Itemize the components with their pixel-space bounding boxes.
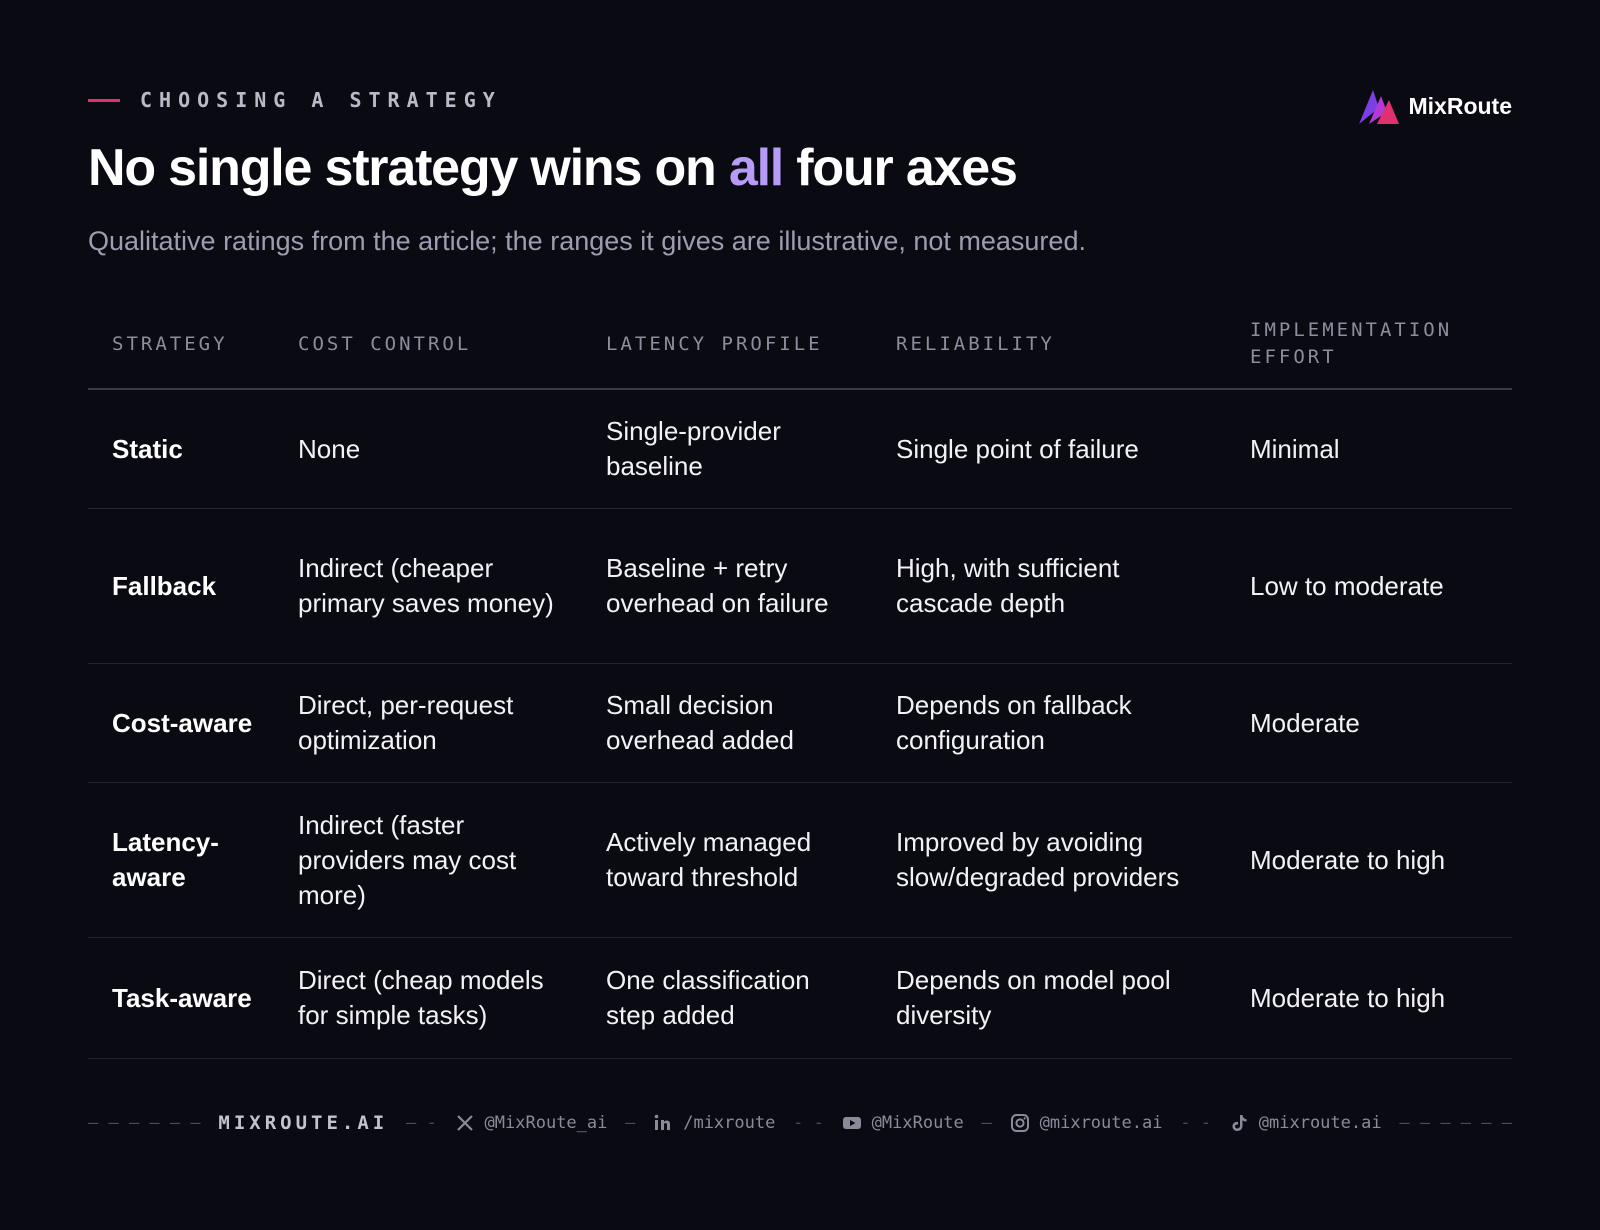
cell-strategy: Fallback <box>112 570 217 601</box>
linkedin-social-link[interactable]: /mixroute <box>653 1113 775 1133</box>
cell-latency-profile: Single-provider baseline <box>606 416 781 481</box>
cell-reliability: Improved by avoiding slow/degraded provi… <box>896 827 1180 892</box>
instagram-icon <box>1010 1114 1029 1132</box>
cell-latency-profile: One classification step added <box>606 965 810 1030</box>
website-link[interactable]: MIXROUTE.AI <box>218 1112 388 1134</box>
table-row: Latency-aware Indirect (faster providers… <box>88 783 1512 938</box>
table-header-row: STRATEGY COST CONTROL LATENCY PROFILE RE… <box>88 300 1512 390</box>
strategy-comparison-table: STRATEGY COST CONTROL LATENCY PROFILE RE… <box>88 300 1512 1059</box>
title-start: No single strategy wins on <box>88 139 729 197</box>
cell-cost-control: Direct (cheap models for simple tasks) <box>298 965 544 1030</box>
page-title: No single strategy wins on all four axes <box>88 138 1018 198</box>
cell-strategy: Static <box>112 433 183 464</box>
cell-implementation-effort: Moderate <box>1250 707 1360 738</box>
footer-divider: – <box>625 1113 636 1133</box>
table-row: Static None Single-provider baseline Sin… <box>88 390 1512 509</box>
cell-reliability: High, with sufficient cascade depth <box>896 553 1120 618</box>
table-row: Task-aware Direct (cheap models for simp… <box>88 938 1512 1059</box>
cell-reliability: Depends on model pool diversity <box>896 965 1171 1030</box>
linkedin-handle: /mixroute <box>683 1113 776 1133</box>
table-row: Cost-aware Direct, per-request optimizat… <box>88 664 1512 783</box>
cell-implementation-effort: Moderate to high <box>1250 844 1446 875</box>
youtube-handle: @MixRoute <box>871 1113 964 1133</box>
youtube-icon <box>842 1117 861 1129</box>
cell-strategy: Task-aware <box>112 982 252 1013</box>
column-header-reliability: RELIABILITY <box>896 332 1055 355</box>
cell-cost-control: Direct, per-request optimization <box>298 690 514 755</box>
cell-reliability: Depends on fallback configuration <box>896 690 1132 755</box>
instagram-social-link[interactable]: @mixroute.ai <box>1010 1113 1163 1133</box>
x-social-link[interactable]: @MixRoute_ai <box>455 1113 608 1133</box>
tiktok-icon <box>1232 1115 1247 1131</box>
cell-latency-profile: Actively managed toward threshold <box>606 827 812 892</box>
cell-cost-control: None <box>298 433 361 464</box>
cell-implementation-effort: Minimal <box>1250 433 1340 464</box>
footer-divider: – – – – – – <box>88 1113 201 1133</box>
cell-implementation-effort: Moderate to high <box>1250 982 1446 1013</box>
cell-latency-profile: Small decision overhead added <box>606 690 794 755</box>
footer-divider: – <box>981 1113 992 1133</box>
linkedin-icon <box>654 1114 671 1130</box>
cell-cost-control: Indirect (cheaper primary saves money) <box>298 553 554 618</box>
youtube-social-link[interactable]: @MixRoute <box>842 1113 964 1133</box>
x-handle: @MixRoute_ai <box>484 1113 608 1133</box>
column-header-latency-profile: LATENCY PROFILE <box>606 332 823 355</box>
x-icon <box>456 1115 473 1131</box>
footer-divider: – - <box>406 1113 437 1133</box>
cell-cost-control: Indirect (faster providers may cost more… <box>298 809 517 910</box>
cell-implementation-effort: Low to moderate <box>1250 570 1444 601</box>
footer-divider: - - <box>793 1113 824 1133</box>
footer-divider: - - <box>1180 1113 1211 1133</box>
brand-logo: MixRoute <box>1357 86 1513 126</box>
tiktok-social-link[interactable]: @mixroute.ai <box>1229 1113 1382 1133</box>
kicker-accent-line <box>88 98 120 102</box>
mixroute-logo-icon <box>1358 90 1399 124</box>
cell-strategy: Latency-aware <box>112 827 219 892</box>
table-row: Fallback Indirect (cheaper primary saves… <box>88 509 1512 664</box>
column-header-strategy: STRATEGY <box>112 332 228 355</box>
column-header-cost-control: COST CONTROL <box>298 332 472 355</box>
cell-reliability: Single point of failure <box>896 433 1139 464</box>
page-subtitle: Qualitative ratings from the article; th… <box>88 226 1086 256</box>
title-end: four axes <box>783 139 1018 197</box>
footer-divider: – – – – – – <box>1399 1113 1512 1133</box>
brand-name: MixRoute <box>1408 92 1513 119</box>
cell-latency-profile: Baseline + retry overhead on failure <box>606 553 829 618</box>
instagram-handle: @mixroute.ai <box>1039 1113 1163 1133</box>
tiktok-handle: @mixroute.ai <box>1258 1113 1382 1133</box>
cell-strategy: Cost-aware <box>112 707 253 738</box>
section-kicker: CHOOSING A STRATEGY <box>88 88 502 112</box>
footer-bar: – – – – – – MIXROUTE.AI – - @MixRoute_ai… <box>88 1112 1512 1134</box>
column-header-implementation-effort: IMPLEMENTATION EFFORT <box>1250 319 1453 368</box>
title-highlight: all <box>728 139 784 197</box>
kicker-text: CHOOSING A STRATEGY <box>140 88 502 112</box>
